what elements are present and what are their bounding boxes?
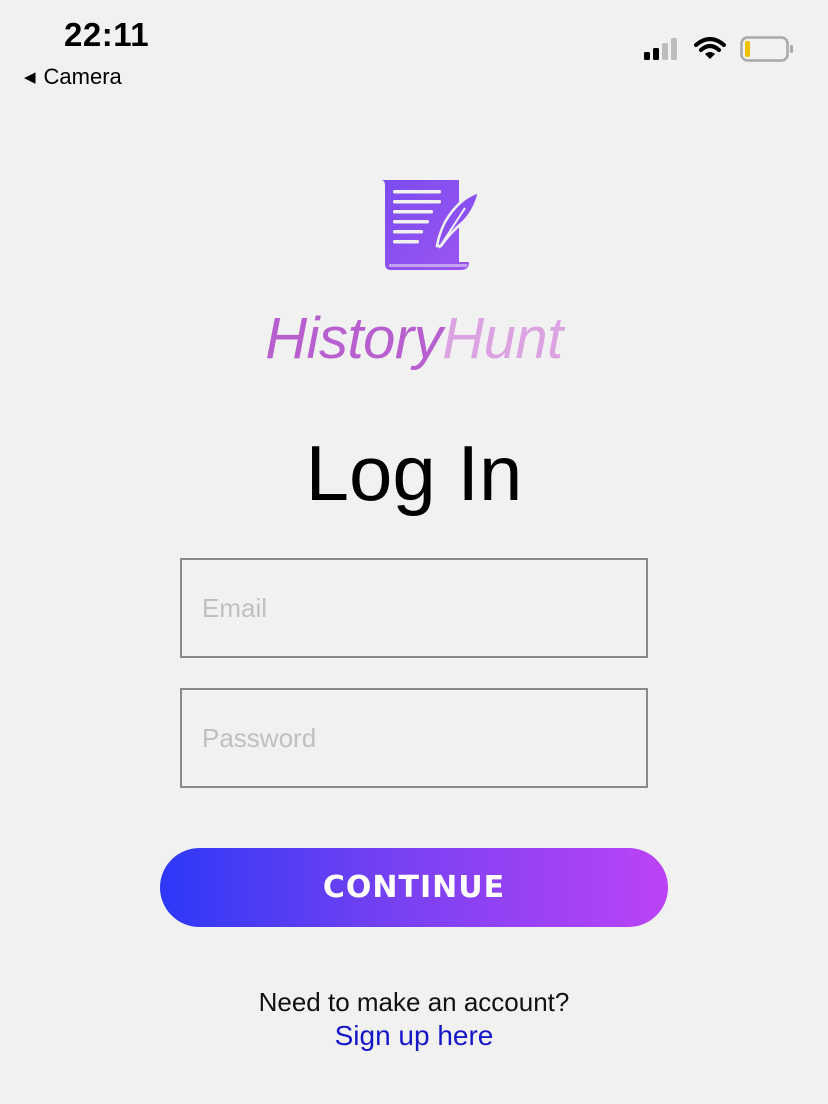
signup-prompt: Need to make an account? bbox=[258, 987, 570, 1017]
scroll-quill-icon bbox=[381, 180, 481, 270]
brand-name: HistoryHunt bbox=[0, 305, 828, 372]
back-link-label: Camera bbox=[43, 64, 122, 89]
status-icons bbox=[644, 36, 794, 62]
page-title: Log In bbox=[305, 429, 523, 517]
back-to-camera-link[interactable]: ◀ Camera bbox=[24, 64, 122, 90]
email-field[interactable] bbox=[182, 560, 646, 656]
back-arrow-icon: ◀ bbox=[24, 68, 36, 86]
email-field-container bbox=[180, 558, 648, 658]
signup-link[interactable]: Sign up here bbox=[0, 1020, 828, 1052]
password-field-container bbox=[180, 688, 648, 788]
wifi-icon bbox=[694, 37, 726, 59]
battery-icon bbox=[740, 36, 793, 62]
status-time: 22:11 bbox=[64, 16, 150, 53]
password-field[interactable] bbox=[182, 690, 646, 786]
brand-name-part-1: History bbox=[265, 306, 443, 371]
brand-name-part-2: Hunt bbox=[442, 306, 563, 371]
continue-button[interactable]: CONTINUE bbox=[160, 848, 668, 927]
signal-icon bbox=[644, 38, 677, 60]
